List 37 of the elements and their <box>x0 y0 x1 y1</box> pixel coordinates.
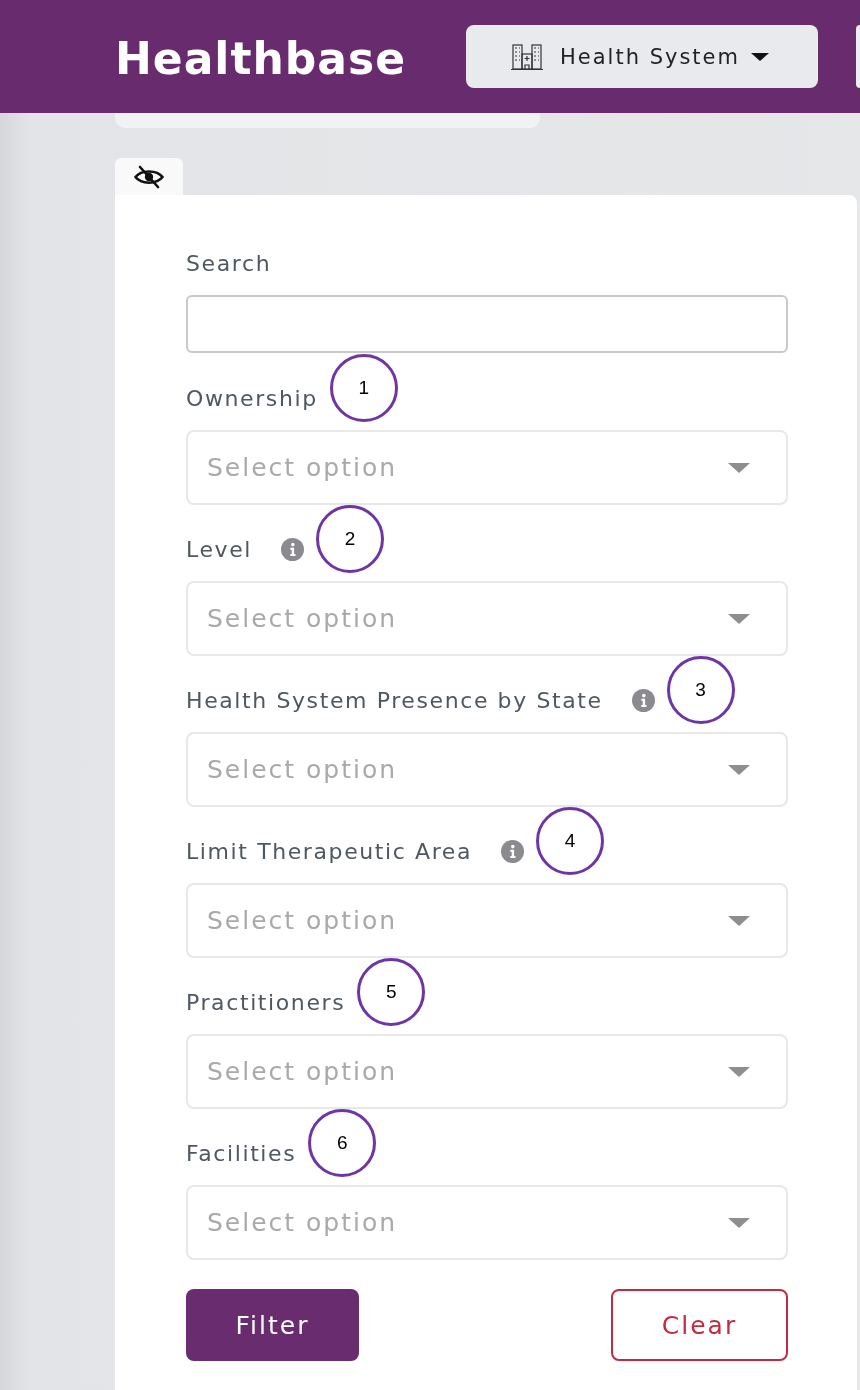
caret-icon <box>728 462 750 473</box>
numbered-callout: 2 <box>316 505 385 573</box>
buildings-icon <box>511 42 543 71</box>
info-icon[interactable] <box>631 688 655 712</box>
field-label: Level <box>186 536 253 562</box>
info-icon[interactable] <box>281 537 305 561</box>
caret-icon <box>728 613 750 624</box>
filter-button[interactable]: Filter <box>186 1289 359 1361</box>
numbered-callout: 4 <box>536 807 605 875</box>
visibility-toggle[interactable] <box>115 158 183 195</box>
numbered-callout: 3 <box>666 656 735 724</box>
select-dropdown[interactable]: Select option <box>186 1185 788 1260</box>
select-dropdown[interactable]: Select option <box>186 883 788 958</box>
system-dropdown-button[interactable]: Health System <box>466 25 818 88</box>
field-label: Search <box>186 250 272 276</box>
caret-icon <box>728 1066 750 1077</box>
select-dropdown[interactable]: Select option <box>186 732 788 807</box>
info-icon[interactable] <box>501 839 525 863</box>
search-field[interactable] <box>186 295 788 353</box>
field-label: Facilities <box>186 1140 297 1166</box>
caret-icon <box>728 764 750 775</box>
select-dropdown[interactable]: Select option <box>186 581 788 656</box>
field-label: Ownership <box>186 385 318 411</box>
numbered-callout: 5 <box>357 958 426 1026</box>
caret-icon <box>728 915 750 926</box>
field-label: Limit Therapeutic Area <box>186 838 473 864</box>
select-dropdown[interactable]: Select option <box>186 1034 788 1109</box>
clear-button[interactable]: Clear <box>611 1289 788 1361</box>
field-label: Practitioners <box>186 989 346 1015</box>
app-title: Healthbase <box>115 36 406 81</box>
field-label: Health System Presence by State <box>186 687 603 713</box>
numbered-callout: 1 <box>329 354 398 422</box>
caret-icon <box>728 1217 750 1228</box>
header-button[interactable] <box>856 25 860 88</box>
numbered-callout: 6 <box>308 1109 377 1177</box>
caret-icon <box>750 52 769 61</box>
select-dropdown[interactable]: Select option <box>186 430 788 505</box>
